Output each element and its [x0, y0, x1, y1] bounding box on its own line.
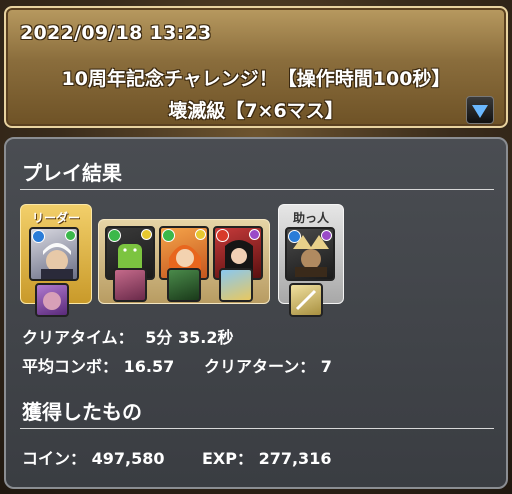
helper-label: 助っ人 — [292, 211, 329, 225]
clear-turn-value: 7 — [320, 357, 332, 376]
sub-assist-card-1[interactable] — [113, 268, 147, 302]
dungeon-title: 10周年記念チャレンジ！【操作時間100秒】 — [61, 68, 451, 90]
clear-time-row: クリアタイム： 5分 35.2秒 — [22, 324, 233, 348]
coin-row: コイン： 497,580 — [22, 445, 164, 469]
exp-label: EXP： — [202, 449, 253, 468]
sub-assist-card-3[interactable] — [219, 268, 253, 302]
result-panel: プレイ結果 リーダー 助っ人 クリアタイム： 5分 35.2秒 平均コンボ： 1… — [4, 137, 508, 489]
avg-combo-row: 平均コンボ： 16.57 — [22, 353, 174, 377]
helper-slot[interactable]: 助っ人 — [278, 204, 344, 317]
character-portrait-icon — [293, 235, 329, 277]
rewards-title: 獲得したもの — [22, 400, 142, 424]
clear-time-label: クリアタイム： — [22, 328, 134, 347]
coin-label: コイン： — [22, 449, 87, 468]
helper-monster-card[interactable] — [285, 227, 335, 281]
exp-value: 277,316 — [258, 449, 332, 468]
dungeon-header: 2022/09/18 13:23 10周年記念チャレンジ！【操作時間100秒】 … — [4, 6, 508, 128]
leader-label: リーダー — [31, 211, 80, 225]
sword-icon — [295, 289, 317, 311]
exp-row: EXP： 277,316 — [202, 445, 331, 469]
dungeon-difficulty: 壊滅級【7×6マス】 — [168, 100, 344, 122]
avg-combo-label: 平均コンボ： — [22, 357, 119, 376]
clear-turn-label: クリアターン： — [204, 357, 316, 376]
avg-combo-value: 16.57 — [123, 357, 175, 376]
divider — [20, 428, 494, 429]
character-portrait-icon — [43, 292, 61, 310]
chevron-down-icon — [472, 105, 488, 118]
leader-assist-card[interactable] — [35, 283, 69, 317]
clear-turn-row: クリアターン： 7 — [204, 353, 332, 377]
leader-monster-card[interactable] — [29, 227, 79, 281]
leader-slot[interactable]: リーダー — [20, 204, 92, 317]
character-portrait-icon — [41, 243, 73, 279]
helper-assist-card[interactable] — [289, 283, 323, 317]
sub-assist-card-2[interactable] — [167, 268, 201, 302]
sub-monsters-box — [98, 219, 270, 304]
clear-time-value: 5分 35.2秒 — [145, 328, 234, 347]
divider — [20, 189, 494, 190]
play-result-title: プレイ結果 — [22, 161, 122, 185]
expand-button[interactable] — [466, 96, 494, 124]
play-date: 2022/09/18 13:23 — [20, 22, 212, 44]
coin-value: 497,580 — [91, 449, 165, 468]
